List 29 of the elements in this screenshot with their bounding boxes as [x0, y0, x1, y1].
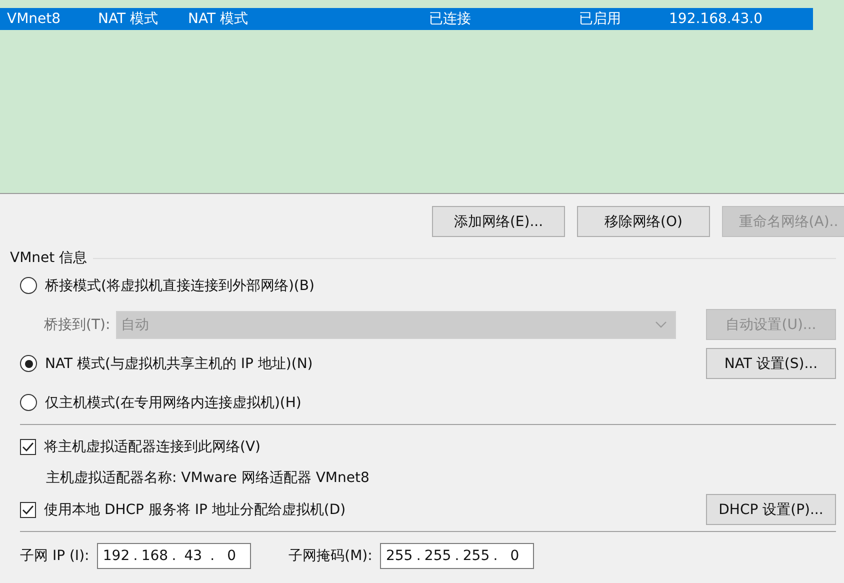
subnet-ip-label: 子网 IP (I):: [20, 547, 90, 565]
chevron-down-icon: [655, 320, 667, 328]
checkbox[interactable]: [20, 438, 36, 454]
checkbox[interactable]: [20, 502, 36, 518]
nat-settings-button[interactable]: NAT 设置(S)...: [706, 348, 836, 379]
radio-label: 仅主机模式(在专用网络内连接虚拟机)(H): [45, 394, 302, 412]
network-row[interactable]: VMnet8 NAT 模式 NAT 模式 已连接 已启用 192.168.43.0: [0, 8, 813, 30]
table-cell-text: VMnet8: [7, 11, 62, 27]
radio-label: NAT 模式(与虚拟机共享主机的 IP 地址)(N): [45, 354, 313, 372]
table-cell-text: 已连接: [429, 10, 472, 28]
radio-button[interactable]: [20, 277, 37, 294]
action-button[interactable]: 移除网络(O): [577, 206, 710, 237]
subnet-mask-field[interactable]: 255 . 255 . 255 . 0: [380, 543, 534, 569]
adapter-name-text: 主机虚拟适配器名称: VMware 网络适配器 VMnet8: [46, 469, 370, 487]
checkbox-label: 使用本地 DHCP 服务将 IP 地址分配给虚拟机(D): [44, 500, 346, 518]
group-title: VMnet 信息: [9, 249, 88, 267]
table-cell-text: 192.168.43.0: [669, 11, 764, 27]
table-cell-text: NAT 模式: [98, 10, 159, 28]
table-cell-text: NAT 模式: [188, 10, 249, 28]
dhcp-settings-button[interactable]: DHCP 设置(P)...: [706, 494, 836, 525]
ip-address-field[interactable]: 192 . 168 . 43 . 0: [97, 543, 251, 569]
table-cell-text: 已启用: [579, 10, 622, 28]
action-button[interactable]: 添加网络(E)...: [432, 206, 565, 237]
radio-button[interactable]: [20, 355, 37, 372]
bridge-label: 桥接到(T):: [44, 316, 110, 334]
radio-button[interactable]: [20, 394, 37, 411]
subnet-mask-label: 子网掩码(M):: [288, 547, 372, 565]
checkbox-label: 将主机虚拟适配器连接到此网络(V): [44, 438, 261, 456]
radio-label: 桥接模式(将虚拟机直接连接到外部网络)(B): [45, 276, 314, 294]
